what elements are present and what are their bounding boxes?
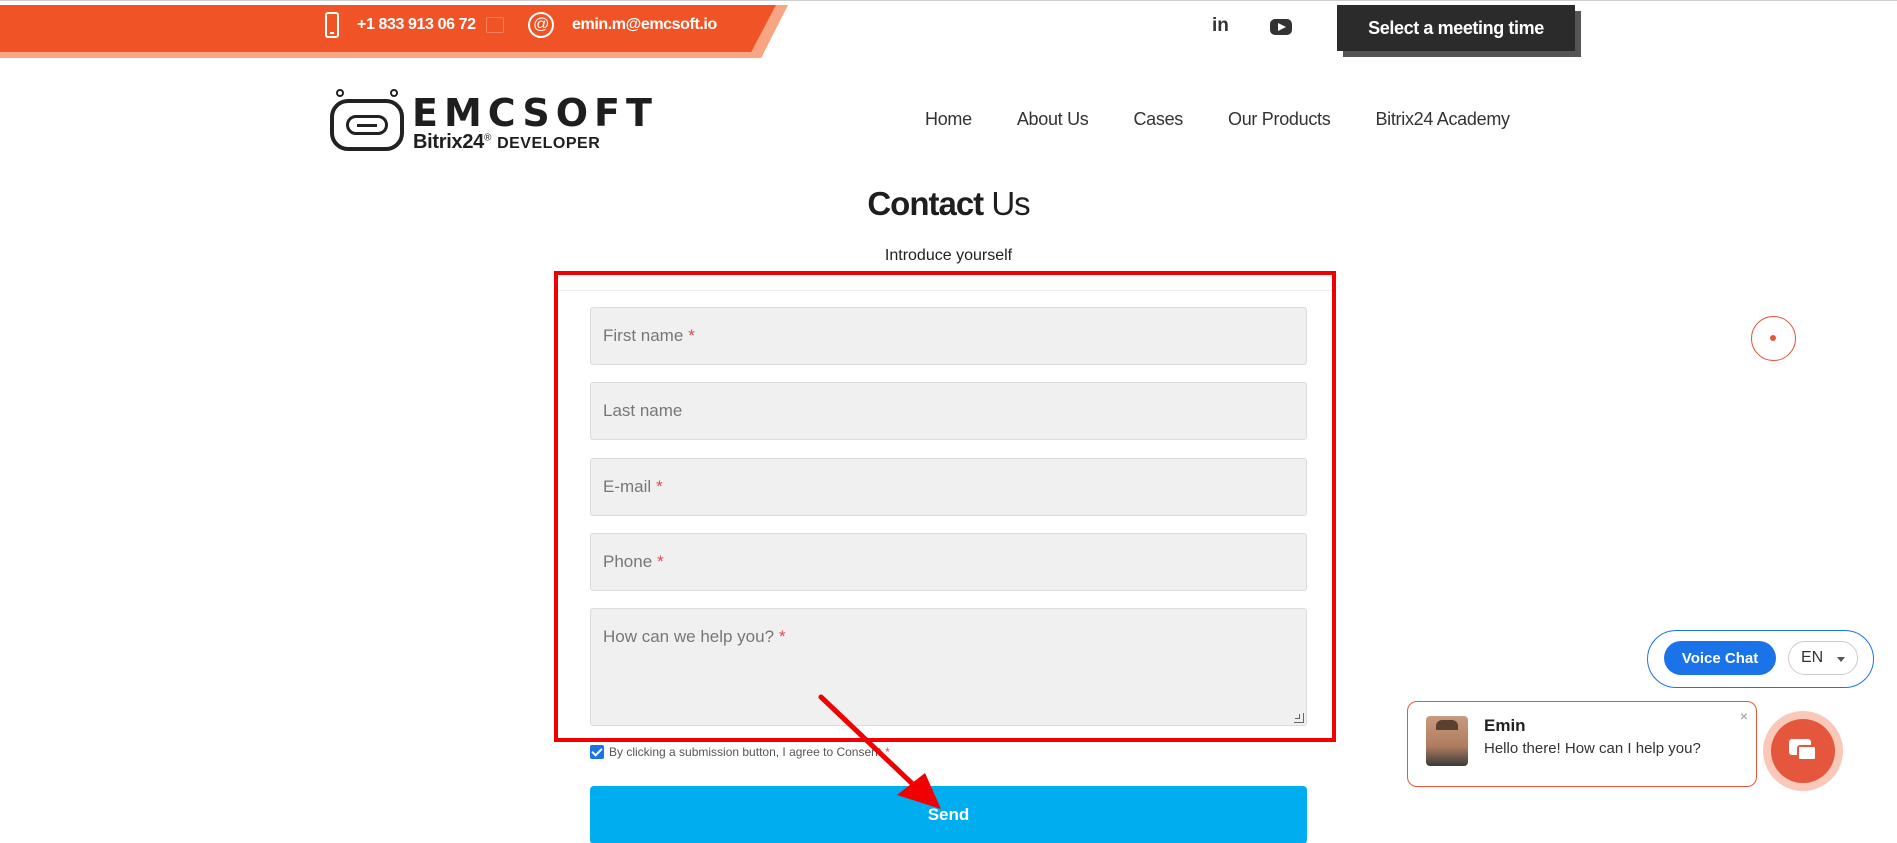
chat-agent-name: Emin xyxy=(1484,716,1526,735)
chat-message: Hello there! How can I help you? xyxy=(1484,740,1701,757)
phone-number: +1 833 913 06 72 xyxy=(357,16,476,33)
nav-our-products[interactable]: Our Products xyxy=(1228,109,1331,130)
main-nav: Home About Us Cases Our Products Bitrix2… xyxy=(925,109,1510,130)
calendar-icon xyxy=(485,17,504,33)
chevron-down-icon xyxy=(1837,657,1845,662)
consent-row: By clicking a submission button, I agree… xyxy=(590,745,890,759)
linkedin-icon[interactable]: in xyxy=(1212,15,1229,37)
avatar xyxy=(1426,716,1468,766)
close-icon[interactable]: × xyxy=(1740,708,1748,724)
form-divider xyxy=(558,290,1332,291)
youtube-icon[interactable] xyxy=(1270,19,1292,35)
scroll-indicator-icon[interactable] xyxy=(1751,316,1796,361)
nav-cases[interactable]: Cases xyxy=(1133,109,1183,130)
last-name-input[interactable]: Last name xyxy=(590,382,1307,440)
nav-home[interactable]: Home xyxy=(925,109,972,130)
nav-bitrix24-academy[interactable]: Bitrix24 Academy xyxy=(1375,109,1510,130)
emcsoft-logo[interactable]: EMCSOFT Bitrix24® DEVELOPER xyxy=(330,89,660,153)
voice-chat-widget: Voice Chat EN xyxy=(1647,630,1874,688)
select-meeting-time-button[interactable]: Select a meeting time xyxy=(1337,5,1575,51)
chat-greeting-bubble[interactable]: Emin Hello there! How can I help you? × xyxy=(1407,701,1757,787)
email-address: emin.m@emcsoft.io xyxy=(572,16,717,33)
consent-checkbox[interactable] xyxy=(590,745,604,759)
email-link[interactable]: @ emin.m@emcsoft.io xyxy=(528,11,717,39)
voice-chat-button[interactable]: Voice Chat xyxy=(1664,641,1776,675)
robot-logo-icon xyxy=(330,89,404,151)
logo-subtitle: Bitrix24® DEVELOPER xyxy=(413,131,601,153)
at-sign-icon: @ xyxy=(528,12,554,38)
first-name-input[interactable]: First name * xyxy=(590,307,1307,365)
open-chat-button[interactable] xyxy=(1763,711,1843,791)
send-button[interactable]: Send xyxy=(590,786,1307,843)
nav-about-us[interactable]: About Us xyxy=(1017,109,1089,130)
phone-input[interactable]: Phone * xyxy=(590,533,1307,591)
phone-icon xyxy=(325,12,339,38)
consent-text: By clicking a submission button, I agree… xyxy=(609,745,882,759)
intro-text: Introduce yourself xyxy=(884,247,1013,264)
chat-icon xyxy=(1771,719,1835,783)
message-textarea[interactable]: How can we help you? * xyxy=(590,608,1307,726)
page-title: Contact Us xyxy=(867,185,1030,222)
email-input[interactable]: E-mail * xyxy=(590,458,1307,516)
language-select[interactable]: EN xyxy=(1788,641,1858,675)
resize-handle-icon[interactable] xyxy=(1294,713,1304,723)
phone-link[interactable]: +1 833 913 06 72 xyxy=(325,11,504,39)
logo-name: EMCSOFT xyxy=(412,91,658,135)
